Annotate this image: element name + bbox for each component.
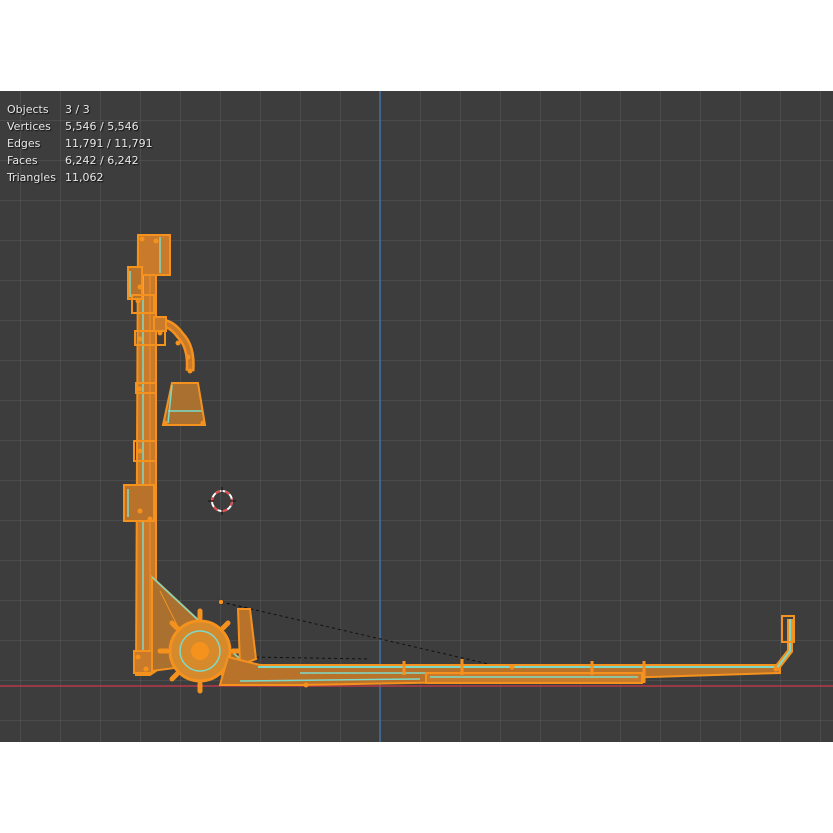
stat-faces: Faces 6,242 / 6,242	[7, 152, 153, 169]
stat-value: 6,242 / 6,242	[65, 154, 139, 167]
stat-label: Objects	[7, 103, 49, 116]
stat-label: Vertices	[7, 120, 51, 133]
object-origin-dot	[218, 599, 224, 605]
3d-viewport[interactable]: Objects 3 / 3 Vertices 5,546 / 5,546 Edges…	[0, 91, 833, 742]
bucket[interactable]	[161, 382, 207, 426]
bracket[interactable]	[236, 608, 258, 667]
stat-label: Edges	[7, 137, 41, 150]
selected-mesh-object[interactable]	[123, 234, 795, 694]
stat-value: 3 / 3	[65, 103, 90, 116]
stat-value: 11,791 / 11,791	[65, 137, 153, 150]
viewport-scene[interactable]	[0, 91, 833, 742]
stat-label: Triangles	[7, 171, 56, 184]
stat-value: 11,062	[65, 171, 104, 184]
stat-triangles: Triangles 11,062	[7, 169, 153, 186]
horizontal-arm[interactable]	[218, 655, 781, 686]
scene-statistics-overlay: Objects 3 / 3 Vertices 5,546 / 5,546 Edges…	[7, 101, 153, 186]
stat-value: 5,546 / 5,546	[65, 120, 139, 133]
relationship-lines	[220, 601, 511, 670]
vertex-points	[135, 236, 779, 688]
stat-vertices: Vertices 5,546 / 5,546	[7, 118, 153, 135]
right-hook[interactable]	[773, 615, 795, 671]
stat-objects: Objects 3 / 3	[7, 101, 153, 118]
stat-edges: Edges 11,791 / 11,791	[7, 135, 153, 152]
3d-cursor-icon[interactable]	[208, 487, 236, 515]
stat-label: Faces	[7, 154, 38, 167]
